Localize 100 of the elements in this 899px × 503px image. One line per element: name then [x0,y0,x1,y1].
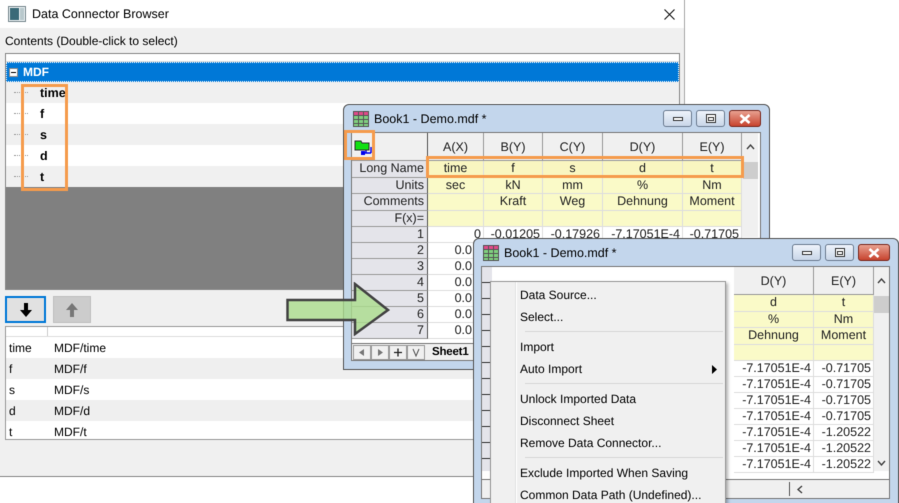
tree-item[interactable]: s [40,128,47,142]
table-cell [484,211,543,227]
submenu-arrow-icon [712,364,717,374]
maximize-icon [706,114,716,123]
list-cell-text: MDF/t [53,424,87,438]
tree-item[interactable]: MDF [6,62,679,82]
collapse-icon[interactable] [9,68,18,76]
table-cell: Weg [543,194,603,211]
table-cell: Moment [683,194,742,211]
table-cell: -0.71705 [814,409,874,425]
window-title: Book1 - Demo.mdf * [504,246,617,260]
table-cell: % [603,178,683,194]
highlight-frame [344,130,375,160]
list-cell-text: MDF/s [53,382,90,396]
table-cell: -7.17051E-4 [734,393,814,409]
arrow-down-icon [18,302,34,318]
list-cell-text: MDF/f [53,362,87,376]
tree-item[interactable]: d [40,148,48,162]
close-icon [868,248,880,258]
table-cell: Moment [814,328,874,345]
list-cell-text: s [8,382,16,396]
worksheet-icon [353,110,369,126]
table-cell [814,345,874,361]
table-cell: kN [484,178,543,194]
table-cell: -1.20522 [814,425,874,441]
row-number: 4 [352,275,428,291]
minimize-icon [802,250,812,254]
list-cell-text: time [8,340,33,354]
row-number: 3 [352,259,428,275]
close-icon[interactable] [664,8,675,20]
table-cell: Dehnung [734,328,814,345]
minimize-button[interactable] [663,110,692,127]
table-cell: t [814,295,874,312]
corner-cell[interactable] [352,133,428,161]
close-button[interactable] [858,244,890,261]
table-cell: -7.17051E-4 [734,425,814,441]
list-cell-text: d [8,404,17,418]
menu-item[interactable]: Common Data Path (Undefined)... [491,484,725,503]
arrow-right-icon [286,282,390,336]
table-cell: -7.17051E-4 [734,441,814,457]
sheet-tab[interactable]: Sheet1 [427,345,469,360]
tree-item[interactable]: f [40,106,44,120]
menu-item[interactable]: Disconnect Sheet [491,410,725,432]
sheet-nav-buttons[interactable] [353,345,427,360]
table-cell: Dehnung [603,194,683,211]
table-cell: -1.20522 [814,441,874,457]
menu-item[interactable]: Select... [491,306,725,328]
vertical-scrollbar[interactable] [742,133,758,237]
tree-item[interactable]: t [40,170,44,184]
scroll-up-icon[interactable] [746,144,754,150]
list-cell-text: MDF/time [53,340,106,354]
table-cell: -0.71705 [814,377,874,393]
window-title: Data Connector Browser [32,7,169,21]
menu-item[interactable]: Remove Data Connector... [491,432,725,454]
tree-item[interactable]: time [40,86,66,100]
table-cell [428,194,484,211]
column-header[interactable]: E(Y) [814,267,874,295]
list-cell-text: f [8,362,14,376]
list-cell-text: MDF/d [53,404,90,418]
table-cell: Nm [683,178,742,194]
contents-label: Contents (Double-click to select) [5,33,179,49]
row-label: Units [352,178,428,194]
row-label: Comments [352,194,428,211]
menu-item[interactable]: Auto Import [491,358,725,380]
menu-item[interactable]: Import [491,336,725,358]
maximize-button[interactable] [825,244,854,261]
menu-item[interactable]: Data Source... [491,284,725,306]
scroll-up-icon[interactable] [877,278,886,284]
table-cell: Kraft [484,194,543,211]
table-cell: % [734,312,814,328]
table-cell: -7.17051E-4 [734,457,814,473]
close-button[interactable] [729,110,761,127]
maximize-icon [834,248,844,257]
arrow-up-icon [64,302,80,318]
table-cell: Nm [814,312,874,328]
data-connector-icon[interactable] [354,138,372,156]
move-down-button[interactable] [5,296,46,323]
column-header[interactable]: D(Y) [734,267,814,295]
vertical-scrollbar[interactable] [874,267,889,471]
row-number: 1 [352,227,428,243]
table-cell: -7.17051E-4 [734,409,814,425]
table-cell: -1.20522 [814,457,874,473]
window-title: Book1 - Demo.mdf * [374,112,487,126]
table-cell [428,211,484,227]
scroll-down-icon[interactable] [877,460,886,466]
table-cell: -7.17051E-4 [734,361,814,377]
minimize-button[interactable] [792,244,821,261]
table-cell: -0.71705 [814,361,874,377]
table-cell [543,211,603,227]
row-label: F(x)= [352,211,428,227]
scroll-left-icon[interactable] [796,484,804,494]
table-cell: mm [543,178,603,194]
maximize-button[interactable] [696,110,725,127]
list-cell-text: t [8,424,14,438]
minimize-icon [672,116,682,120]
scroll-thumb[interactable] [874,296,889,313]
table-cell: -0.71705 [814,393,874,409]
menu-item[interactable]: Exclude Imported When Saving [491,462,725,484]
table-cell: sec [428,178,484,194]
menu-item[interactable]: Unlock Imported Data [491,388,725,410]
